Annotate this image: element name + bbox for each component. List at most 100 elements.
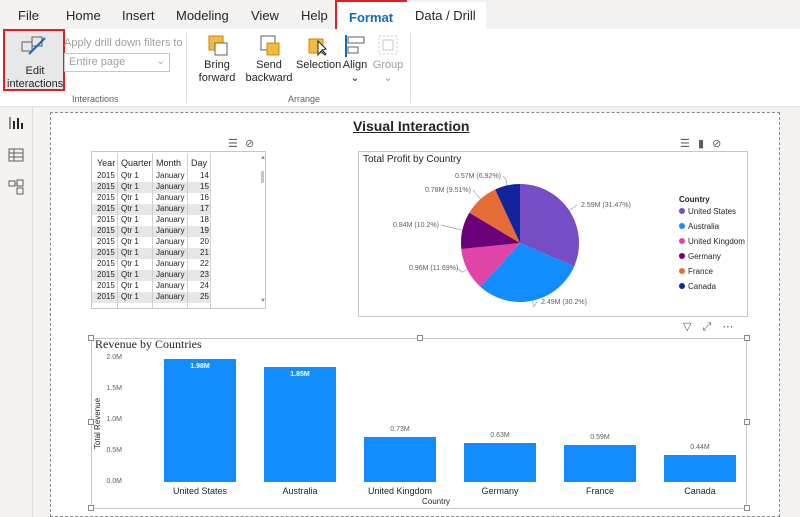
- table-cell: 2015: [97, 292, 115, 301]
- table-cell: January: [156, 270, 185, 279]
- resize-handle[interactable]: [744, 505, 750, 511]
- legend-item[interactable]: United Kingdom: [679, 237, 745, 246]
- highlight-interaction-icon[interactable]: ▮: [698, 138, 704, 150]
- none-interaction-icon[interactable]: ⊘: [245, 138, 254, 150]
- align-button[interactable]: Align ⌄: [341, 33, 369, 85]
- table-row[interactable]: 2015 Qtr 1 January 20: [92, 237, 210, 248]
- tab-view[interactable]: View: [251, 8, 279, 23]
- bar[interactable]: [564, 445, 636, 482]
- table-header: Year Quarter Month Day: [92, 152, 210, 172]
- table-scrollbar[interactable]: ▲ ▼: [260, 155, 265, 305]
- table-row[interactable]: 2015 Qtr 1 January 19: [92, 226, 210, 237]
- bar[interactable]: [664, 454, 736, 482]
- resize-handle[interactable]: [88, 419, 94, 425]
- send-backward-button[interactable]: Send backward: [244, 33, 294, 85]
- legend-item[interactable]: Canada: [679, 282, 716, 291]
- pie-data-label: 0.96M (11.69%): [409, 265, 458, 272]
- table-row[interactable]: 2015 Qtr 1 January 21: [92, 248, 210, 259]
- bar[interactable]: [264, 367, 336, 482]
- selection-button[interactable]: Selection: [296, 33, 341, 72]
- tab-insert[interactable]: Insert: [122, 8, 155, 23]
- table-row[interactable]: 2015 Qtr 1 January 23: [92, 270, 210, 281]
- pie-data-label: 0.57M (6.92%): [455, 173, 501, 180]
- report-view-icon[interactable]: [8, 115, 24, 131]
- table-view-icon[interactable]: [8, 147, 24, 163]
- table-visual[interactable]: Year Quarter Month Day 2015 Qtr 1 January 1…: [91, 151, 266, 309]
- tab-home[interactable]: Home: [66, 8, 101, 23]
- pie-data-label: 2.49M (30.2%): [541, 299, 587, 306]
- none-interaction-icon[interactable]: ⊘: [712, 138, 721, 150]
- more-options-icon[interactable]: ⋯: [722, 321, 733, 333]
- table-row[interactable]: 2015 Qtr 1 January 15: [92, 182, 210, 193]
- table-row[interactable]: 2015 Qtr 1 January 17: [92, 204, 210, 215]
- legend-item[interactable]: Australia: [679, 222, 719, 231]
- bar-data-label: 0.63M: [490, 431, 510, 439]
- filter-visual-icon[interactable]: ☰: [680, 138, 690, 150]
- scroll-down-icon[interactable]: ▼: [260, 298, 265, 304]
- column-header-year[interactable]: Year: [97, 158, 115, 168]
- table-row[interactable]: 2015 Qtr 1 January 24: [92, 281, 210, 292]
- focus-mode-icon[interactable]: ⤢: [703, 321, 712, 333]
- resize-handle[interactable]: [744, 419, 750, 425]
- tab-modeling[interactable]: Modeling: [176, 8, 229, 23]
- legend-label: Canada: [688, 282, 717, 291]
- drill-filters-select[interactable]: Entire page ⌄: [64, 53, 170, 72]
- group-label-interactions: Interactions: [72, 94, 119, 104]
- pie-chart-visual[interactable]: Total Profit by Country 2.59M (31.47%) 2.…: [358, 151, 748, 317]
- table-row[interactable]: 2015 Qtr 1 January 14: [92, 171, 210, 182]
- column-divider: [210, 153, 211, 308]
- bar[interactable]: [464, 442, 536, 482]
- table-row[interactable]: 2015 Qtr 1 January 25: [92, 292, 210, 303]
- resize-handle[interactable]: [417, 335, 423, 341]
- table-cell: Qtr 1: [121, 171, 139, 180]
- table-cell: 14: [200, 171, 209, 180]
- resize-handle[interactable]: [88, 335, 94, 341]
- table-row[interactable]: 2015 Qtr 1 January 16: [92, 193, 210, 204]
- table-cell: 2015: [97, 193, 115, 202]
- send-backward-icon: [260, 35, 280, 56]
- model-view-icon[interactable]: [8, 179, 24, 195]
- legend-label: Germany: [688, 252, 721, 261]
- tab-format[interactable]: Format: [335, 0, 408, 30]
- legend-label: United States: [688, 207, 737, 216]
- column-header-day[interactable]: Day: [191, 158, 207, 168]
- table-cell: 2015: [97, 215, 115, 224]
- resize-handle[interactable]: [88, 505, 94, 511]
- table-cell: January: [156, 171, 185, 180]
- table-row[interactable]: 2015 Qtr 1 January 22: [92, 259, 210, 270]
- table-cell: 2015: [97, 248, 115, 257]
- pie-data-label: 2.59M (31.47%): [581, 202, 631, 209]
- table-cell: 2015: [97, 182, 115, 191]
- legend-item[interactable]: Germany: [679, 252, 721, 261]
- x-tick-label: Germany: [481, 486, 519, 496]
- report-title: Visual Interaction: [353, 118, 470, 134]
- scroll-thumb[interactable]: [261, 171, 264, 183]
- selection-icon: [308, 38, 327, 57]
- scroll-up-icon[interactable]: ▲: [260, 155, 265, 161]
- legend-marker: [679, 223, 685, 229]
- table-cell: Qtr 1: [121, 182, 139, 191]
- x-tick-label: United States: [172, 486, 228, 496]
- x-tick-label: Canada: [684, 486, 716, 496]
- resize-handle[interactable]: [744, 335, 750, 341]
- legend-item[interactable]: France: [679, 267, 713, 276]
- bar[interactable]: [164, 359, 236, 482]
- filter-visual-icon[interactable]: ☰: [228, 138, 238, 150]
- bar-chart-visual[interactable]: Revenue by Countries Total Revenue Count…: [88, 335, 750, 511]
- filter-icon[interactable]: ▽: [683, 321, 691, 333]
- legend-item[interactable]: United States: [679, 207, 736, 216]
- group-button[interactable]: Group ⌄: [372, 33, 404, 85]
- bar[interactable]: [364, 436, 436, 482]
- table-cell: January: [156, 281, 185, 290]
- tab-data-drill[interactable]: Data / Drill: [405, 2, 486, 30]
- column-divider: [117, 153, 118, 308]
- legend-marker: [679, 238, 685, 244]
- column-header-month[interactable]: Month: [156, 158, 181, 168]
- table-row[interactable]: 2015 Qtr 1 January 18: [92, 215, 210, 226]
- edit-interactions-button[interactable]: Edit interactions: [3, 29, 65, 91]
- tab-help[interactable]: Help: [301, 8, 328, 23]
- column-header-quarter[interactable]: Quarter: [121, 158, 152, 168]
- legend-marker: [679, 268, 685, 274]
- bring-forward-button[interactable]: Bring forward: [192, 33, 242, 85]
- tab-file[interactable]: File: [18, 8, 39, 23]
